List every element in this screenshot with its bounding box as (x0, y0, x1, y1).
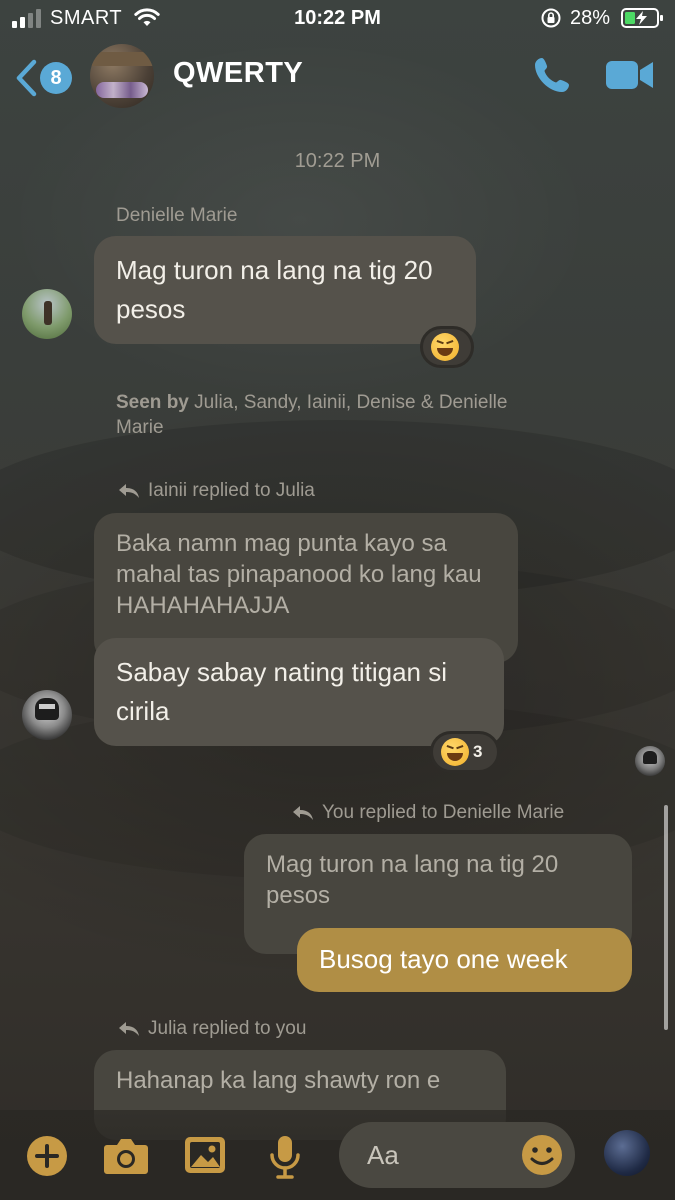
image-icon[interactable] (184, 1135, 226, 1175)
seen-by-receipt: Seen by Julia, Sandy, Iainii, Denise & D… (116, 390, 516, 440)
laughing-emoji-icon (441, 738, 469, 766)
reply-indicator-text: Julia replied to you (148, 1018, 307, 1039)
sender-avatar[interactable] (22, 690, 72, 740)
reply-arrow-icon (293, 806, 313, 820)
composer-bar (0, 1110, 675, 1200)
battery-percent: 28% (570, 7, 611, 29)
orientation-lock-icon (541, 8, 561, 28)
reply-indicator-text: Iainii replied to Julia (148, 480, 315, 501)
message-input[interactable] (367, 1136, 527, 1174)
sender-avatar[interactable] (22, 289, 72, 339)
reply-indicator: Iainii replied to Julia (118, 480, 315, 502)
laughing-emoji-icon (431, 333, 459, 361)
reply-indicator-text: You replied to Denielle Marie (322, 802, 565, 823)
camera-icon[interactable] (103, 1135, 149, 1175)
seen-by-label: Seen by (116, 392, 189, 413)
message-timestamp: 10:22 PM (294, 150, 381, 172)
phone-icon[interactable] (531, 54, 573, 96)
reply-arrow-icon (119, 484, 139, 498)
message-reaction[interactable]: 3 (430, 731, 500, 773)
scrollbar[interactable] (664, 805, 668, 1030)
message-input-pill[interactable] (339, 1122, 575, 1188)
my-message-bubble[interactable]: Busog tayo one week (297, 928, 632, 992)
message-bubble[interactable]: Sabay sabay nating titigan si cirila (94, 638, 504, 746)
quick-reaction-button[interactable] (604, 1130, 650, 1176)
reaction-count: 3 (473, 742, 483, 761)
reply-indicator: You replied to Denielle Marie (292, 802, 564, 824)
smile-icon[interactable] (521, 1134, 563, 1176)
group-avatar[interactable] (90, 44, 154, 108)
chat-header: 8 QWERTY (0, 40, 675, 112)
battery-icon (621, 8, 663, 28)
message-bubble[interactable]: Mag turon na lang na tig 20 pesos (94, 236, 476, 344)
back-chevron-icon[interactable] (14, 58, 40, 98)
sender-name: Denielle Marie (116, 205, 238, 226)
plus-icon[interactable] (26, 1135, 68, 1177)
status-bar: SMART 10:22 PM 28% (0, 0, 675, 40)
microphone-icon[interactable] (268, 1135, 302, 1179)
reply-arrow-icon (119, 1022, 139, 1036)
message-reaction[interactable] (420, 326, 474, 368)
unread-count-badge[interactable]: 8 (40, 62, 72, 94)
video-camera-icon[interactable] (605, 58, 655, 92)
reply-indicator: Julia replied to you (118, 1018, 306, 1040)
read-receipt-avatar (635, 746, 665, 776)
chat-title[interactable]: QWERTY (173, 57, 303, 90)
